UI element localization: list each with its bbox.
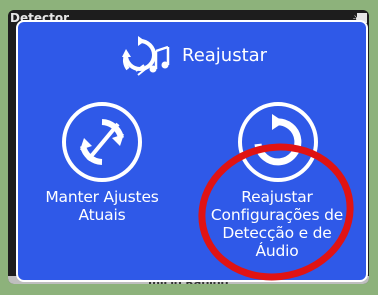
reset-audio-icon: [122, 36, 170, 76]
dialog-title: Reajustar: [182, 45, 268, 66]
dialog-header: Reajustar: [18, 22, 366, 84]
keep-settings-option[interactable]: Manter Ajustes Atuais: [18, 84, 186, 280]
keep-settings-label: Manter Ajustes Atuais: [45, 188, 159, 224]
keep-settings-icon: [62, 102, 142, 182]
